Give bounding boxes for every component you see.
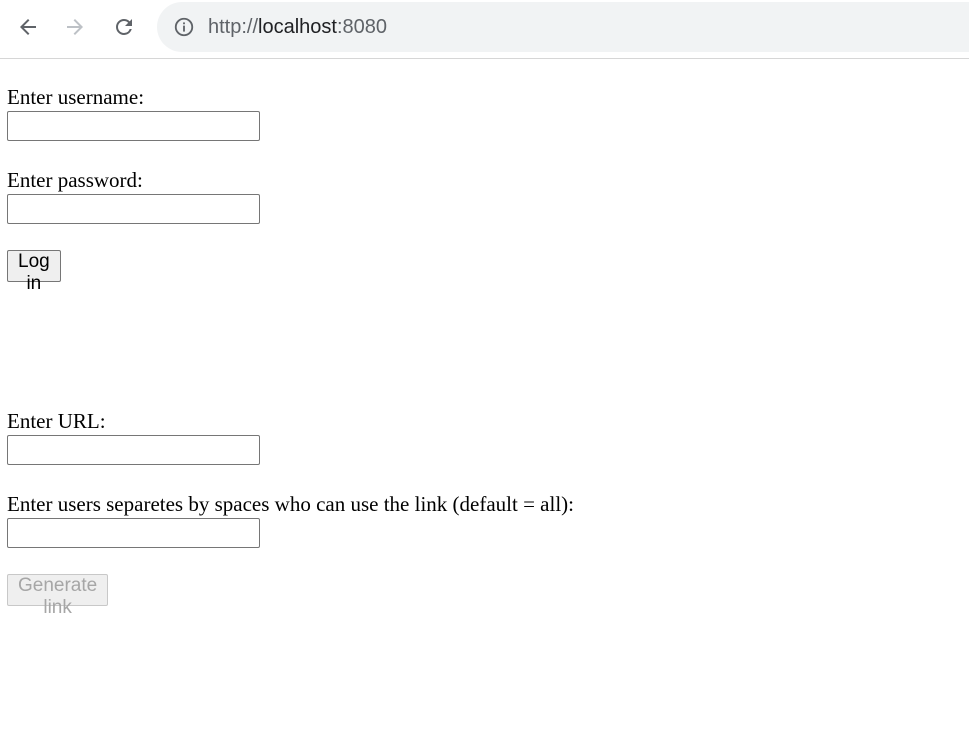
url-text: http://localhost:8080 <box>208 16 387 39</box>
url-input[interactable] <box>7 435 260 465</box>
arrow-left-icon <box>20 19 36 35</box>
address-bar[interactable]: http://localhost:8080 <box>157 2 969 52</box>
username-input[interactable] <box>7 111 260 141</box>
password-input[interactable] <box>7 194 260 224</box>
reload-button[interactable] <box>106 9 142 45</box>
username-label: Enter username: <box>7 85 145 109</box>
info-icon[interactable] <box>173 16 195 38</box>
arrow-right-icon <box>67 19 83 35</box>
users-input[interactable] <box>7 518 260 548</box>
password-label: Enter password: <box>7 168 143 192</box>
url-scheme: http:// <box>208 15 259 38</box>
url-port: :8080 <box>336 15 388 38</box>
reload-icon <box>116 19 132 35</box>
login-button[interactable]: Log in <box>7 250 61 294</box>
url-host: localhost <box>258 15 337 38</box>
browser-toolbar: http://localhost:8080 <box>0 0 969 59</box>
users-label: Enter users separetes by spaces who can … <box>7 492 574 516</box>
back-button[interactable] <box>10 9 46 45</box>
forward-button[interactable] <box>57 9 93 45</box>
url-label: Enter URL: <box>7 409 106 433</box>
generate-link-button[interactable]: Generate link <box>7 574 109 618</box>
